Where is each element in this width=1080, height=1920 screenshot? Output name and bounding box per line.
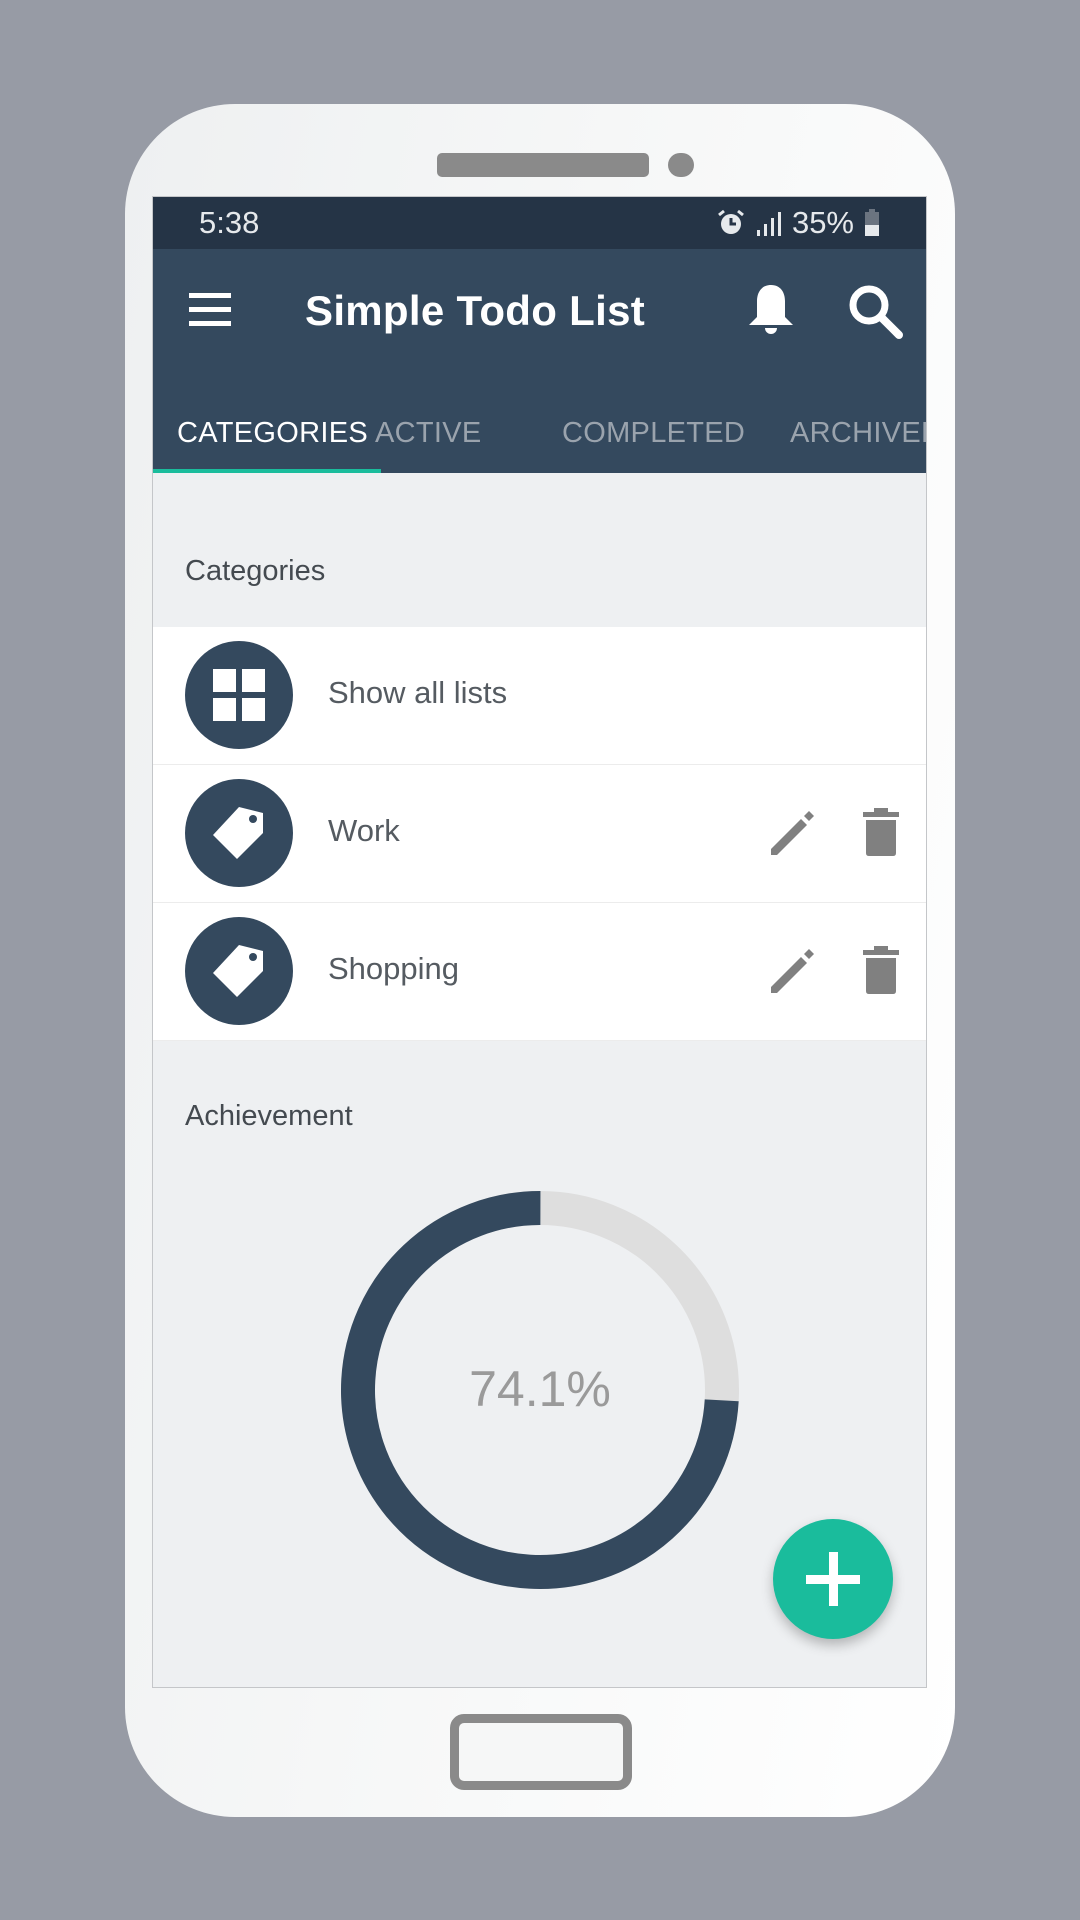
tab-active[interactable]: ACTIVE: [375, 397, 482, 473]
grid-icon: [213, 669, 265, 721]
edit-icon[interactable]: [767, 809, 815, 857]
list-item-work[interactable]: Work: [153, 765, 926, 903]
app-bar: Simple Todo List CATEGORIES ACTIVE COMPL…: [153, 249, 926, 473]
list-item-label: Work: [328, 813, 400, 848]
add-button[interactable]: [773, 1519, 893, 1639]
search-icon[interactable]: [845, 281, 905, 341]
status-time: 5:38: [199, 205, 260, 240]
status-icons: 35%: [716, 205, 880, 241]
list-item-label: Shopping: [328, 951, 460, 986]
alarm-icon: [718, 209, 744, 234]
tag-icon: [213, 945, 263, 997]
app-title: Simple Todo List: [305, 287, 646, 334]
signal-icon: [756, 212, 781, 236]
delete-icon[interactable]: [863, 945, 899, 995]
battery-icon: [865, 209, 879, 236]
phone-speaker: [437, 153, 649, 177]
avatar: [185, 641, 293, 749]
bell-icon[interactable]: [743, 281, 799, 337]
achievement-percent: 74.1%: [469, 1361, 611, 1417]
list-item-show-all[interactable]: Show all lists: [153, 627, 926, 765]
achievement-header: Achievement: [185, 1100, 353, 1132]
delete-icon[interactable]: [863, 807, 899, 857]
home-button[interactable]: [450, 1714, 632, 1790]
edit-icon[interactable]: [767, 947, 815, 995]
list-item-shopping[interactable]: Shopping: [153, 903, 926, 1041]
status-bar: 5:38 35%: [153, 197, 926, 249]
phone-camera: [668, 153, 694, 177]
avatar: [185, 917, 293, 1025]
tab-indicator: [153, 469, 381, 473]
tab-completed[interactable]: COMPLETED: [562, 397, 745, 473]
avatar: [185, 779, 293, 887]
tag-icon: [213, 807, 263, 859]
list-item-label: Show all lists: [328, 675, 508, 710]
tab-bar: CATEGORIES ACTIVE COMPLETED ARCHIVED: [153, 397, 926, 473]
tab-archived[interactable]: ARCHIVED: [790, 397, 926, 473]
battery-percent: 35%: [791, 205, 854, 240]
tab-categories[interactable]: CATEGORIES: [177, 397, 368, 473]
categories-header: Categories: [185, 555, 326, 587]
menu-icon[interactable]: [189, 293, 233, 327]
app-screen: 5:38 35% Simple Todo List CATEGORIES ACT…: [152, 196, 927, 1688]
